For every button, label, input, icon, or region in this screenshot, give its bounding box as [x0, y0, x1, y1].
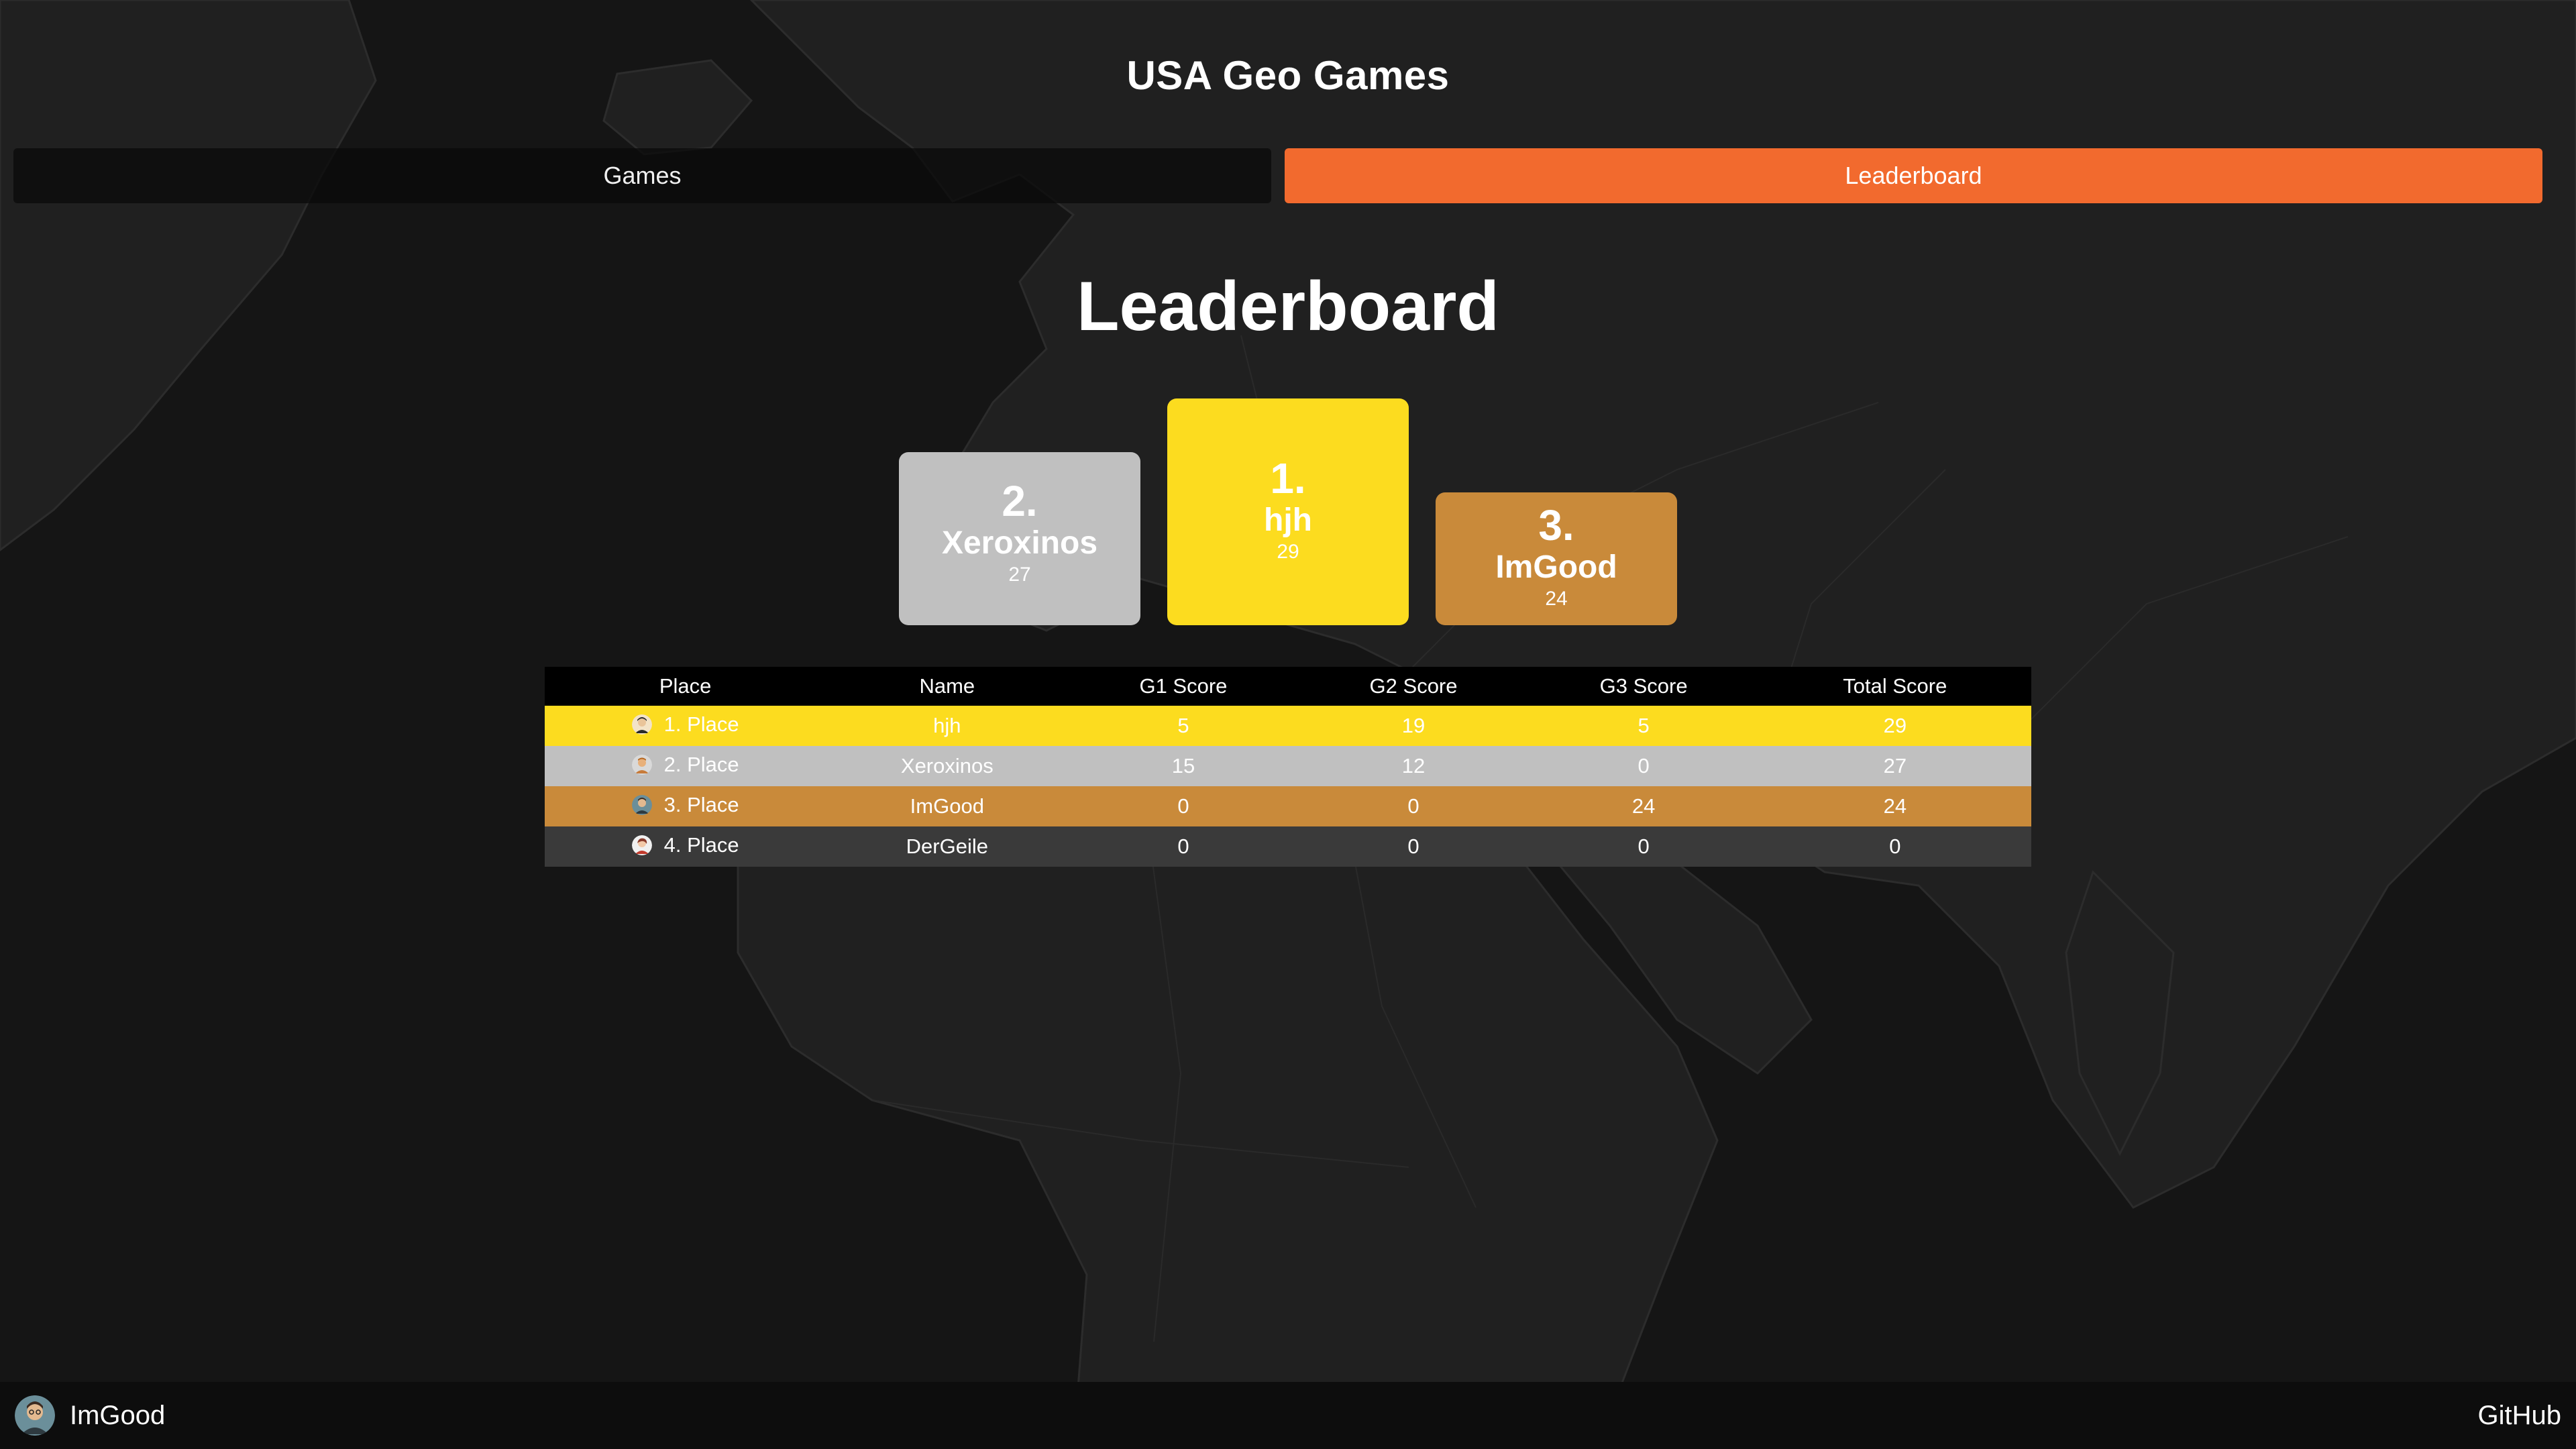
table-row: 1. Place hjh 5 19 5 29 — [545, 706, 2031, 746]
place-cell: 4. Place — [545, 826, 826, 867]
g3-score-cell: 24 — [1528, 786, 1759, 826]
avatar-icon — [631, 794, 652, 815]
podium-name: ImGood — [1495, 549, 1617, 586]
podium-rank: 2. — [1002, 477, 1038, 525]
podium-score: 29 — [1277, 540, 1299, 563]
podium-score: 27 — [1008, 563, 1031, 586]
app-title: USA Geo Games — [1126, 53, 1450, 98]
footer: ImGood GitHub — [0, 1382, 2576, 1449]
table-row: 2. Place Xeroxinos 15 12 0 27 — [545, 746, 2031, 786]
name-cell: Xeroxinos — [826, 746, 1069, 786]
name-cell: hjh — [826, 706, 1069, 746]
place-label: 1. Place — [663, 712, 739, 736]
avatar-icon — [631, 714, 652, 735]
column-header-name: Name — [826, 667, 1069, 706]
avatar-icon — [631, 754, 652, 775]
g1-score-cell: 15 — [1068, 746, 1299, 786]
podium-first-place: 1. hjh 29 — [1167, 398, 1409, 625]
g2-score-cell: 12 — [1298, 746, 1529, 786]
name-cell: DerGeile — [826, 826, 1069, 867]
total-score-cell: 24 — [1758, 786, 2031, 826]
user-profile[interactable]: ImGood — [15, 1395, 165, 1436]
name-cell: ImGood — [826, 786, 1069, 826]
leaderboard-table: Place Name G1 Score G2 Score G3 Score To… — [545, 667, 2031, 867]
page-title: Leaderboard — [1077, 268, 1499, 345]
main-nav: Games Leaderboard — [13, 148, 2542, 203]
user-name: ImGood — [70, 1400, 166, 1430]
g1-score-cell: 5 — [1068, 706, 1299, 746]
page: USA Geo Games Games Leaderboard Leaderbo… — [0, 0, 2576, 1449]
total-score-cell: 0 — [1758, 826, 2031, 867]
podium-score: 24 — [1545, 587, 1568, 610]
column-header-g1-score: G1 Score — [1068, 667, 1299, 706]
podium-second-place: 2. Xeroxinos 27 — [899, 452, 1140, 625]
column-header-total-score: Total Score — [1758, 667, 2031, 706]
g3-score-cell: 5 — [1528, 706, 1759, 746]
column-header-g3-score: G3 Score — [1528, 667, 1759, 706]
table-header-row: Place Name G1 Score G2 Score G3 Score To… — [545, 667, 2031, 706]
podium-rank: 1. — [1270, 454, 1306, 502]
place-label: 4. Place — [663, 833, 739, 857]
podium-name: hjh — [1264, 502, 1312, 539]
table-row: 3. Place ImGood 0 0 24 24 — [545, 786, 2031, 826]
g2-score-cell: 0 — [1298, 786, 1529, 826]
g3-score-cell: 0 — [1528, 826, 1759, 867]
g2-score-cell: 19 — [1298, 706, 1529, 746]
github-link[interactable]: GitHub — [2478, 1401, 2562, 1431]
total-score-cell: 29 — [1758, 706, 2031, 746]
g1-score-cell: 0 — [1068, 826, 1299, 867]
podium-rank: 3. — [1538, 501, 1574, 549]
place-cell: 3. Place — [545, 786, 826, 826]
place-label: 3. Place — [663, 792, 739, 816]
avatar-icon — [15, 1395, 55, 1436]
tab-games[interactable]: Games — [13, 148, 1271, 203]
g2-score-cell: 0 — [1298, 826, 1529, 867]
column-header-g2-score: G2 Score — [1298, 667, 1529, 706]
place-cell: 1. Place — [545, 706, 826, 746]
table-row: 4. Place DerGeile 0 0 0 0 — [545, 826, 2031, 867]
place-cell: 2. Place — [545, 746, 826, 786]
tab-leaderboard[interactable]: Leaderboard — [1285, 148, 2542, 203]
column-header-place: Place — [545, 667, 826, 706]
g1-score-cell: 0 — [1068, 786, 1299, 826]
avatar-icon — [631, 835, 652, 855]
podium-name: Xeroxinos — [941, 525, 1098, 561]
place-label: 2. Place — [663, 752, 739, 776]
podium-third-place: 3. ImGood 24 — [1436, 492, 1677, 625]
g3-score-cell: 0 — [1528, 746, 1759, 786]
total-score-cell: 27 — [1758, 746, 2031, 786]
